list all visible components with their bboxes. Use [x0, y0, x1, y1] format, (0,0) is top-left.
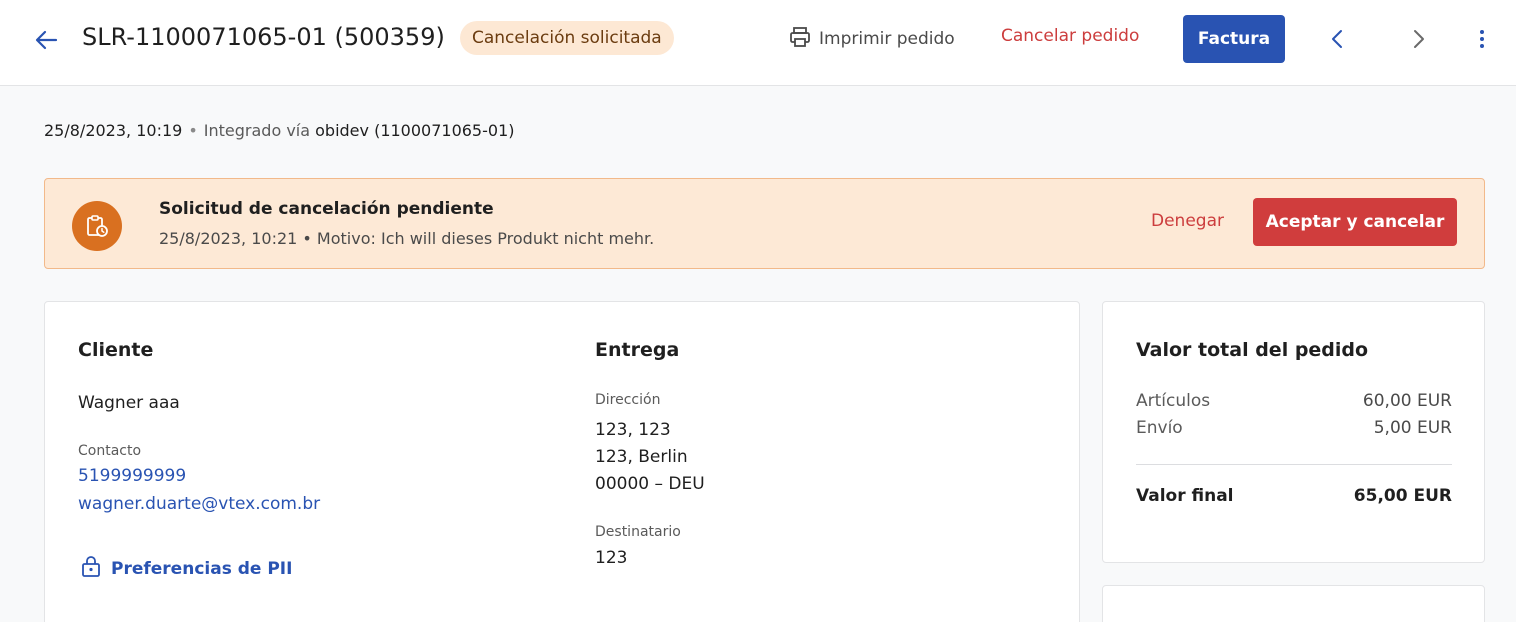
pii-preferences-label: Preferencias de PII: [111, 558, 293, 579]
items-value: 60,00 EUR: [1362, 391, 1452, 411]
customer-delivery-card: Cliente Wagner aaa Contacto 5199999999 w…: [44, 301, 1080, 622]
order-date: 25/8/2023, 10:19: [44, 121, 183, 140]
clipboard-clock-icon: [72, 201, 122, 251]
secondary-card: [1102, 585, 1485, 622]
order-total-title: Valor total del pedido: [1136, 339, 1369, 361]
accept-cancel-button[interactable]: Aceptar y cancelar: [1253, 198, 1457, 246]
status-badge: Cancelación solicitada: [460, 21, 674, 55]
items-row: Artículos 60,00 EUR: [1136, 391, 1452, 411]
address-label: Dirección: [595, 392, 661, 408]
top-bar: SLR-1100071065-01 (500359) Cancelación s…: [0, 0, 1516, 86]
order-title: SLR-1100071065-01 (500359): [82, 23, 445, 51]
address-line-1: 123, 123: [595, 420, 671, 440]
customer-phone-link[interactable]: 5199999999: [78, 466, 186, 486]
shipping-value: 5,00 EUR: [1373, 418, 1452, 438]
final-value: 65,00 EUR: [1353, 486, 1452, 506]
final-label: Valor final: [1136, 486, 1234, 506]
lock-icon: [79, 554, 103, 583]
recipient-label: Destinatario: [595, 524, 681, 540]
address-line-2: 123, Berlin: [595, 447, 688, 467]
recipient-value: 123: [595, 548, 628, 568]
printer-icon: [788, 25, 812, 54]
customer-email-link[interactable]: wagner.duarte@vtex.com.br: [78, 494, 320, 514]
customer-title: Cliente: [78, 339, 154, 361]
integrated-prefix: Integrado vía: [203, 121, 311, 140]
final-row: Valor final 65,00 EUR: [1136, 486, 1452, 506]
shipping-label: Envío: [1136, 418, 1183, 438]
items-label: Artículos: [1136, 391, 1211, 411]
integrated-source: obidev (1100071065-01): [315, 121, 515, 140]
cancellation-alert: Solicitud de cancelación pendiente 25/8/…: [44, 178, 1485, 269]
back-arrow-icon[interactable]: [32, 26, 60, 54]
invoice-button[interactable]: Factura: [1183, 15, 1285, 63]
order-meta: 25/8/2023, 10:19 • Integrado vía obidev (1…: [44, 121, 514, 140]
chevron-right-icon[interactable]: [1404, 24, 1434, 54]
print-order-label: Imprimir pedido: [819, 29, 955, 49]
pii-preferences-button[interactable]: Preferencias de PII: [79, 554, 292, 583]
totals-divider: [1136, 464, 1452, 465]
deny-button[interactable]: Denegar: [1151, 211, 1224, 231]
delivery-title: Entrega: [595, 339, 680, 361]
address-line-3: 00000 – DEU: [595, 474, 705, 494]
more-options-icon[interactable]: [1470, 24, 1494, 54]
alert-title: Solicitud de cancelación pendiente: [159, 199, 494, 219]
separator-dot: •: [188, 121, 198, 140]
contact-label: Contacto: [78, 443, 142, 459]
chevron-left-icon[interactable]: [1322, 24, 1352, 54]
shipping-row: Envío 5,00 EUR: [1136, 418, 1452, 438]
alert-subtitle: 25/8/2023, 10:21 • Motivo: Ich will dies…: [159, 229, 655, 248]
print-order-button[interactable]: Imprimir pedido: [788, 25, 955, 53]
cancel-order-button[interactable]: Cancelar pedido: [1001, 26, 1139, 46]
customer-name: Wagner aaa: [78, 393, 180, 413]
order-total-card: Valor total del pedido Artículos 60,00 E…: [1102, 301, 1485, 563]
